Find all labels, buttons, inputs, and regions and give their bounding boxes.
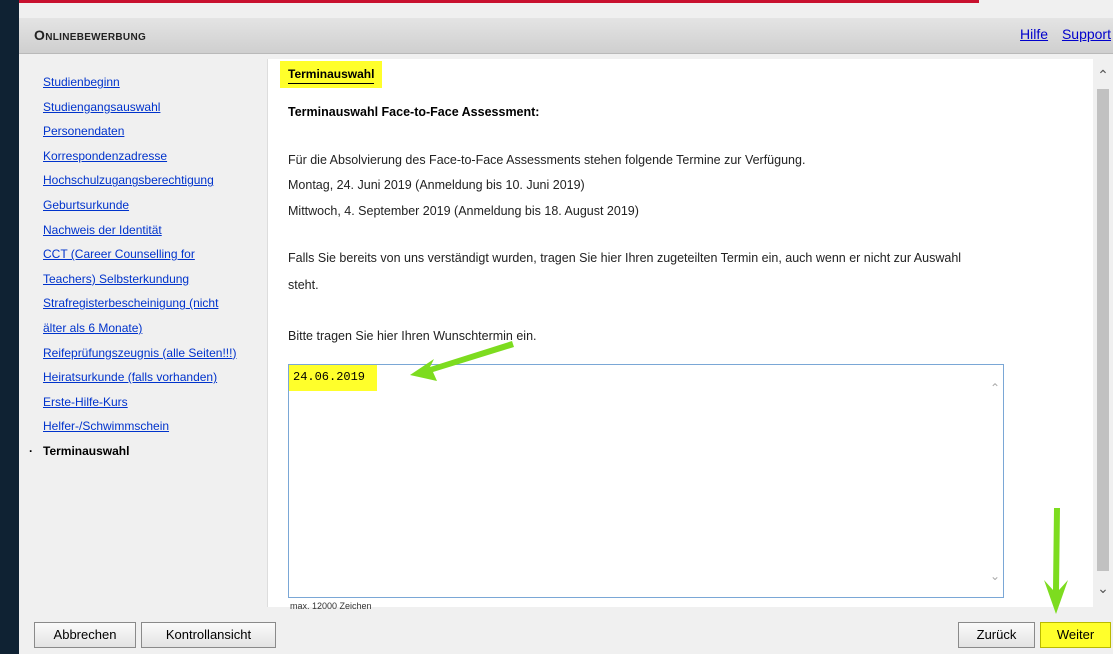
sidebar-link[interactable]: Nachweis der Identität [43,223,162,237]
section-title: Terminauswahl [280,61,383,88]
sidebar-item[interactable]: Korrespondenzadresse [19,144,267,169]
sidebar-item[interactable]: Studienbeginn [19,70,267,95]
sidebar-link[interactable]: Teachers) Selbsterkundung [43,272,189,286]
page-scrollbar[interactable]: ⌃ ⌄ [1093,59,1113,607]
sidebar-item[interactable]: Helfer-/Schwimmschein [19,414,267,439]
scroll-down-icon[interactable]: ⌄ [1096,581,1110,595]
scroll-up-icon[interactable]: ⌃ [1096,68,1110,82]
sidebar-link[interactable]: Studiengangsauswahl [43,100,160,114]
note-line-1: Falls Sie bereits von uns verständigt wu… [288,251,962,265]
sidebar-item[interactable]: Teachers) Selbsterkundung [19,267,267,292]
sidebar-nav: Studienbeginn Studiengangsauswahl Person… [19,53,267,599]
header-links: Hilfe Support [1010,26,1111,42]
application-window: Onlinebewerbung Hilfe Support Studienbeg… [19,0,1113,654]
next-button[interactable]: Weiter [1040,622,1111,648]
sidebar-link[interactable]: Helfer-/Schwimmschein [43,419,169,433]
sidebar-link[interactable]: Studienbeginn [43,75,120,89]
textarea-scroll-down-icon[interactable]: ⌄ [990,569,1000,583]
sidebar-link[interactable]: Heiratsurkunde (falls vorhanden) [43,370,217,384]
note-line-2: steht. [288,278,319,292]
help-link[interactable]: Hilfe [1020,26,1048,42]
sidebar-item[interactable]: Erste-Hilfe-Kurs [19,390,267,415]
content-panel: Terminauswahl Terminauswahl Face-to-Face… [267,59,1094,611]
sidebar-item[interactable]: Studiengangsauswahl [19,95,267,120]
top-accent-line [19,0,979,3]
content-heading: Terminauswahl Face-to-Face Assessment: [288,105,540,119]
date-option-1: Montag, 24. Juni 2019 (Anmeldung bis 10.… [288,178,585,192]
preview-button[interactable]: Kontrollansicht [141,622,276,648]
sidebar-item[interactable]: Nachweis der Identität [19,218,267,243]
textarea-value[interactable]: 24.06.2019 [289,365,378,391]
textarea-scroll-up-icon[interactable]: ⌃ [990,381,1000,395]
sidebar-item[interactable]: älter als 6 Monate) [19,316,267,341]
sidebar-item[interactable]: Reifeprüfungszeugnis (alle Seiten!!!) [19,341,267,366]
sidebar-item[interactable]: Geburtsurkunde [19,193,267,218]
page-title: Onlinebewerbung [34,27,147,43]
sidebar-link[interactable]: Personendaten [43,124,124,138]
sidebar-link[interactable]: Reifeprüfungszeugnis (alle Seiten!!!) [43,346,236,360]
arrow-to-next-icon [1044,508,1068,614]
date-option-2: Mittwoch, 4. September 2019 (Anmeldung b… [288,204,639,218]
sidebar-link[interactable]: Strafregisterbescheinigung (nicht [43,296,218,310]
sidebar-item[interactable]: CCT (Career Counselling for [19,242,267,267]
sidebar-link[interactable]: CCT (Career Counselling for [43,247,195,261]
sidebar-item[interactable]: Hochschulzugangsberechtigung [19,168,267,193]
cancel-button[interactable]: Abbrechen [34,622,136,648]
sidebar-item[interactable]: Personendaten [19,119,267,144]
sidebar-item[interactable]: Heiratsurkunde (falls vorhanden) [19,365,267,390]
intro-text: Für die Absolvierung des Face-to-Face As… [288,153,806,167]
arrow-to-input-icon [410,341,514,381]
back-button[interactable]: Zurück [958,622,1035,648]
wish-date-textarea[interactable]: 24.06.2019 ⌃ ⌄ [288,364,1004,598]
page-header: Onlinebewerbung Hilfe Support [19,18,1113,54]
sidebar-link[interactable]: Hochschulzugangsberechtigung [43,173,214,187]
scroll-thumb[interactable] [1097,89,1109,571]
sidebar-link[interactable]: älter als 6 Monate) [43,321,142,335]
support-link[interactable]: Support [1062,26,1111,42]
sidebar-link[interactable]: Erste-Hilfe-Kurs [43,395,128,409]
sidebar-link[interactable]: Geburtsurkunde [43,198,129,212]
char-limit-hint: max. 12000 Zeichen [290,601,372,611]
sidebar-item-active: Terminauswahl [19,439,267,464]
sidebar-link[interactable]: Korrespondenzadresse [43,149,167,163]
sidebar-item[interactable]: Strafregisterbescheinigung (nicht [19,291,267,316]
